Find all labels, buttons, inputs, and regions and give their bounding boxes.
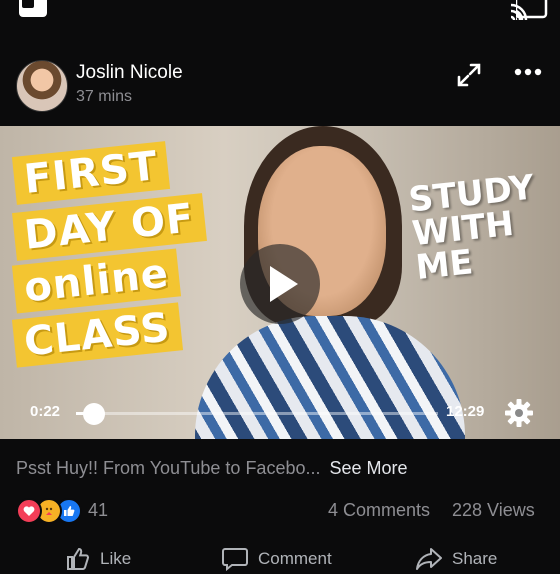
see-more-link[interactable]: See More — [330, 458, 408, 478]
play-button[interactable] — [240, 244, 320, 324]
cast-icon[interactable] — [510, 0, 548, 20]
study-with-me-overlay: STUDY WITH ME — [407, 167, 557, 288]
reaction-count[interactable]: 41 — [88, 500, 108, 521]
post-caption: Psst Huy!! From YouTube to Facebo... See… — [16, 458, 408, 479]
person-shirt — [195, 316, 465, 439]
post-stats: 41 4 Comments 228 Views — [0, 496, 560, 524]
video-title-overlay: FIRST DAY OF online CLASS — [11, 141, 224, 368]
overlay-line: FIRST — [11, 141, 171, 205]
share-icon — [416, 548, 442, 570]
duration: 12:29 — [446, 403, 485, 420]
share-label: Share — [452, 549, 498, 568]
progress-bar[interactable] — [76, 403, 438, 425]
action-bar: Like Comment Share — [0, 544, 560, 574]
avatar[interactable] — [16, 60, 68, 112]
comment-icon — [222, 548, 248, 571]
top-bar — [0, 0, 560, 32]
comment-label: Comment — [258, 549, 332, 568]
author-name[interactable]: Joslin Nicole — [76, 62, 183, 84]
comment-count[interactable]: 4 Comments — [328, 500, 430, 521]
reaction-icons[interactable] — [16, 498, 86, 524]
video-player[interactable]: FIRST DAY OF online CLASS STUDY WITH ME … — [0, 126, 560, 439]
post-time: 37 mins — [76, 88, 133, 105]
share-button[interactable]: Share — [416, 544, 497, 574]
play-icon — [270, 266, 298, 302]
picture-in-picture-icon[interactable] — [18, 0, 48, 18]
overlay-line: CLASS — [11, 302, 183, 368]
more-options-icon[interactable] — [514, 66, 542, 78]
like-button[interactable]: Like — [66, 544, 131, 574]
overlay-line: DAY OF — [12, 193, 207, 261]
like-label: Like — [100, 549, 132, 568]
view-count: 228 Views — [452, 500, 535, 520]
like-icon — [67, 547, 89, 570]
love-reaction-icon — [16, 498, 42, 524]
caption-text: Psst Huy!! From YouTube to Facebo... — [16, 458, 321, 478]
post-header: Joslin Nicole 37 mins — [0, 56, 560, 116]
comment-button[interactable]: Comment — [222, 544, 332, 574]
gear-icon[interactable] — [504, 398, 534, 428]
current-time: 0:22 — [30, 403, 61, 420]
expand-icon[interactable] — [456, 62, 482, 88]
scrubber-handle[interactable] — [83, 403, 106, 425]
